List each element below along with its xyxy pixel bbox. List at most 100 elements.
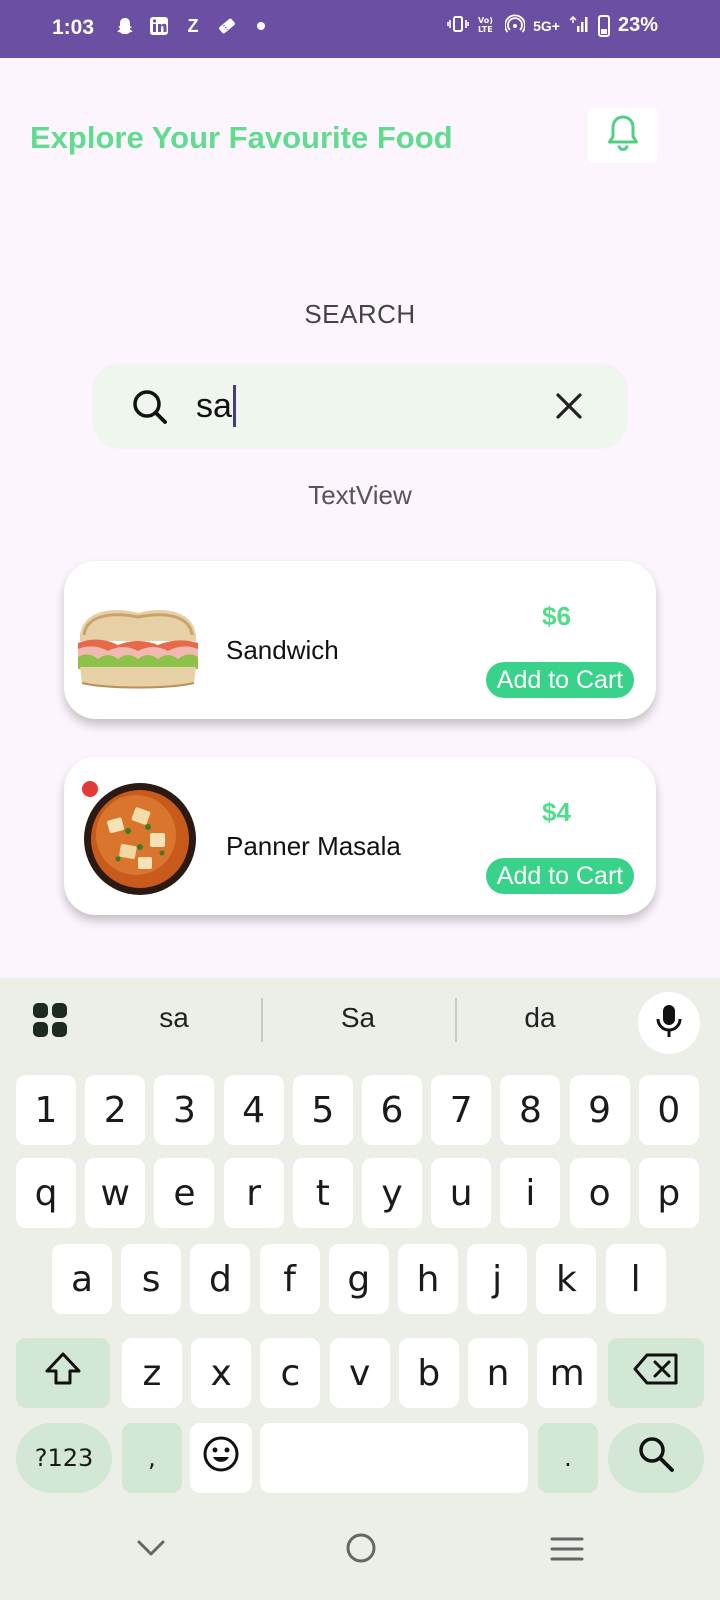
key-6[interactable]: 6 (362, 1075, 422, 1145)
symbols-key[interactable]: ?123 (16, 1423, 112, 1493)
shift-icon (43, 1351, 83, 1396)
key-d[interactable]: d (190, 1244, 251, 1314)
key-e[interactable]: e (154, 1158, 215, 1228)
key-b[interactable]: b (398, 1338, 459, 1408)
suggestion-1[interactable]: sa (114, 1002, 234, 1034)
suggestion-3[interactable]: da (480, 1002, 600, 1034)
microphone-icon (655, 1003, 683, 1044)
key-i[interactable]: i (500, 1158, 561, 1228)
ticket-icon (216, 14, 238, 38)
key-a[interactable]: a (52, 1244, 112, 1314)
add-to-cart-button[interactable]: Add to Cart (486, 858, 634, 894)
key-p[interactable]: p (638, 1158, 699, 1228)
voice-input-button[interactable] (638, 992, 700, 1054)
key-1[interactable]: 1 (16, 1075, 76, 1145)
key-9[interactable]: 9 (569, 1075, 630, 1145)
key-f[interactable]: f (259, 1244, 320, 1314)
battery-icon (597, 14, 610, 37)
notification-icons: Z (114, 14, 272, 38)
search-icon (636, 1434, 676, 1483)
sandwich-image (78, 583, 198, 703)
status-bar: 1:03 Z Vo) LTE 5G+ 23% (0, 0, 720, 58)
suggestion-2[interactable]: Sa (298, 1002, 418, 1034)
food-name: Panner Masala (226, 831, 401, 861)
key-8[interactable]: 8 (500, 1075, 561, 1145)
vibrate-icon (447, 15, 469, 36)
battery-percent: 23% (617, 14, 658, 36)
text-cursor (232, 385, 236, 427)
bell-icon (604, 112, 642, 159)
search-action-key[interactable] (608, 1423, 704, 1493)
key-c[interactable]: c (260, 1338, 321, 1408)
clear-search-icon[interactable] (554, 391, 584, 426)
emoji-icon (202, 1435, 240, 1482)
keyboard-toolbar: sa Sa da (0, 978, 720, 1064)
key-4[interactable]: 4 (223, 1075, 284, 1145)
period-key[interactable]: . (538, 1423, 598, 1493)
space-key[interactable] (260, 1423, 528, 1493)
nav-home-icon[interactable] (345, 1532, 377, 1569)
signal-icon (568, 14, 590, 37)
food-price: $4 (542, 797, 571, 827)
key-x[interactable]: x (191, 1338, 252, 1408)
search-bar[interactable]: sa (92, 363, 628, 449)
nav-recents-icon[interactable] (550, 1536, 584, 1567)
snapchat-icon (114, 14, 136, 38)
shift-key[interactable] (16, 1338, 110, 1408)
network-type: 5G+ (533, 17, 560, 34)
search-label: SEARCH (304, 299, 416, 329)
suggestion-divider (455, 998, 457, 1042)
add-to-cart-button[interactable]: Add to Cart (486, 662, 634, 698)
key-7[interactable]: 7 (431, 1075, 492, 1145)
food-card-sandwich[interactable]: Sandwich $6 Add to Cart (64, 561, 656, 719)
nav-back-icon[interactable] (136, 1538, 166, 1563)
search-value: sa (196, 386, 232, 425)
search-icon (130, 387, 170, 432)
key-t[interactable]: t (292, 1158, 353, 1228)
key-z[interactable]: z (122, 1338, 182, 1408)
search-input[interactable]: sa (196, 385, 236, 427)
status-time: 1:03 (52, 16, 95, 39)
key-u[interactable]: u (431, 1158, 492, 1228)
backspace-icon (633, 1352, 679, 1395)
key-3[interactable]: 3 (154, 1075, 215, 1145)
key-l[interactable]: l (605, 1244, 666, 1314)
page-title: Explore Your Favourite Food (30, 120, 453, 155)
key-g[interactable]: g (328, 1244, 389, 1314)
notification-button[interactable] (588, 108, 658, 163)
key-0[interactable]: 0 (638, 1075, 699, 1145)
linkedin-icon (148, 14, 170, 38)
key-v[interactable]: v (329, 1338, 390, 1408)
system-navigation-bar (0, 1510, 720, 1600)
panner-masala-image (78, 779, 198, 899)
key-r[interactable]: r (223, 1158, 284, 1228)
key-s[interactable]: s (121, 1244, 182, 1314)
key-5[interactable]: 5 (292, 1075, 353, 1145)
suggestion-divider (261, 998, 263, 1042)
z-icon: Z (187, 15, 199, 36)
soft-keyboard: sa Sa da ?123 , . 1 2 3 4 5 6 7 8 9 0 q … (0, 978, 720, 1600)
comma-key[interactable]: , (122, 1423, 182, 1493)
key-q[interactable]: q (16, 1158, 76, 1228)
system-status: Vo) LTE 5G+ 23% (447, 14, 658, 37)
key-2[interactable]: 2 (85, 1075, 146, 1145)
key-j[interactable]: j (467, 1244, 528, 1314)
key-h[interactable]: h (398, 1244, 458, 1314)
key-k[interactable]: k (536, 1244, 597, 1314)
dot-icon (250, 14, 272, 38)
key-m[interactable]: m (537, 1338, 598, 1408)
key-n[interactable]: n (468, 1338, 528, 1408)
result-status-text: TextView (308, 480, 412, 510)
food-card-panner-masala[interactable]: Panner Masala $4 Add to Cart (64, 757, 656, 915)
key-y[interactable]: y (362, 1158, 422, 1228)
apps-grid-icon[interactable] (32, 1002, 68, 1043)
key-o[interactable]: o (569, 1158, 630, 1228)
emoji-key[interactable] (190, 1423, 252, 1493)
svg-text:LTE: LTE (478, 25, 493, 34)
backspace-key[interactable] (608, 1338, 704, 1408)
hotspot-icon (504, 14, 526, 37)
food-name: Sandwich (226, 635, 339, 665)
food-price: $6 (542, 601, 571, 631)
volte-icon: Vo) LTE (477, 14, 497, 37)
key-w[interactable]: w (85, 1158, 146, 1228)
